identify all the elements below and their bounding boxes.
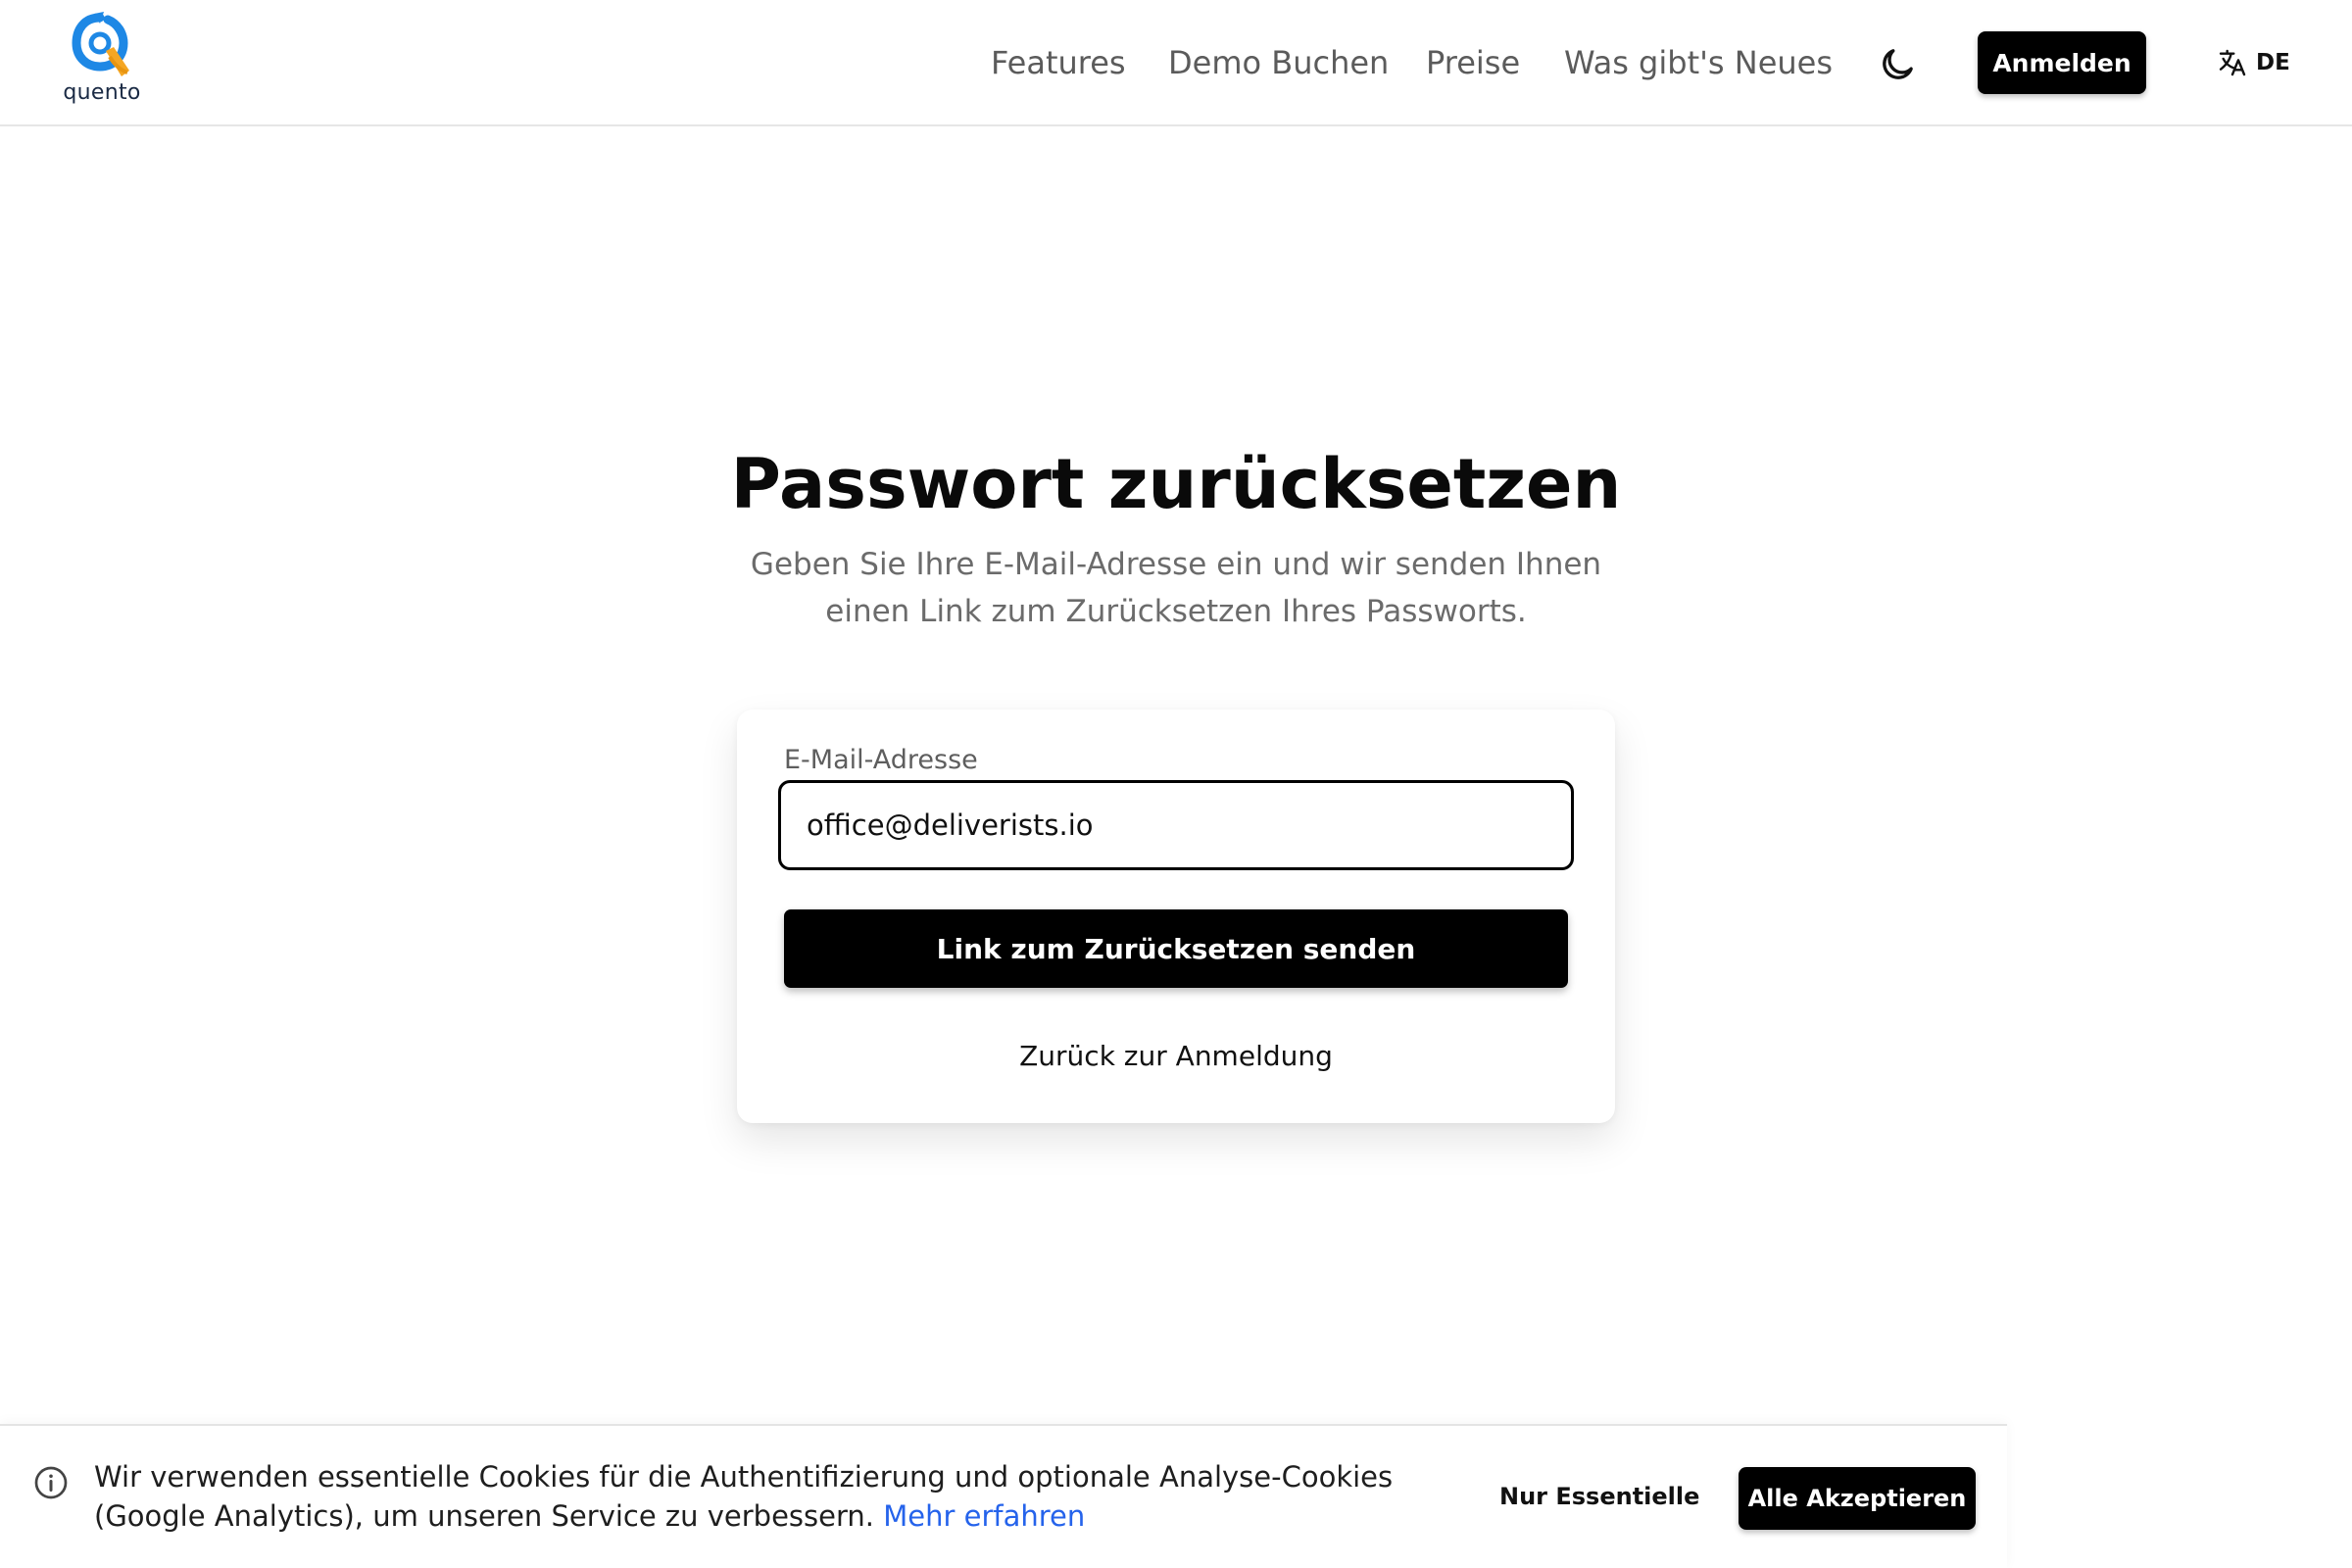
learn-more-link[interactable]: Mehr erfahren [883, 1499, 1085, 1533]
nav-link-preise[interactable]: Preise [1426, 41, 1520, 84]
page-subtitle: Geben Sie Ihre E-Mail-Adresse ein und wi… [750, 547, 1602, 629]
accept-all-button[interactable]: Alle Akzeptieren [1739, 1467, 1976, 1530]
back-to-login-link[interactable]: Zurück zur Anmeldung [737, 1037, 1615, 1076]
reset-password-card: E-Mail-Adresse Link zum Zurücksetzen sen… [737, 710, 1615, 1123]
info-icon [34, 1466, 68, 1499]
top-navigation-bar: quento Features Demo Buchen Preise Was g… [0, 0, 2352, 126]
password-reset-page: quento Features Demo Buchen Preise Was g… [0, 0, 2352, 1568]
page-title: Passwort zurücksetzen [730, 444, 1622, 524]
cookie-message-text: Wir verwenden essentielle Cookies für di… [94, 1460, 1394, 1533]
cookie-message: Wir verwenden essentielle Cookies für di… [94, 1457, 1446, 1536]
email-field-label: E-Mail-Adresse [784, 745, 978, 775]
send-reset-link-button[interactable]: Link zum Zurücksetzen senden [784, 909, 1568, 988]
login-button[interactable]: Anmelden [1978, 31, 2146, 94]
logo-wordmark: quento [63, 80, 141, 105]
email-field[interactable] [778, 780, 1574, 870]
essential-only-button[interactable]: Nur Essentielle [1499, 1465, 1699, 1528]
translate-icon [2219, 49, 2246, 76]
nav-link-demo-buchen[interactable]: Demo Buchen [1168, 41, 1389, 84]
language-switcher[interactable]: DE [2217, 45, 2290, 80]
quento-logo[interactable]: quento [57, 12, 147, 106]
quento-logo-icon [72, 12, 129, 76]
cookie-consent-banner: Wir verwenden essentielle Cookies für di… [0, 1424, 2007, 1568]
nav-link-was-gibts-neues[interactable]: Was gibt's Neues [1564, 41, 1833, 84]
language-label: DE [2256, 50, 2290, 75]
theme-toggle-button[interactable] [1874, 41, 1921, 88]
moon-icon [1883, 49, 1913, 79]
nav-link-features[interactable]: Features [991, 41, 1126, 84]
